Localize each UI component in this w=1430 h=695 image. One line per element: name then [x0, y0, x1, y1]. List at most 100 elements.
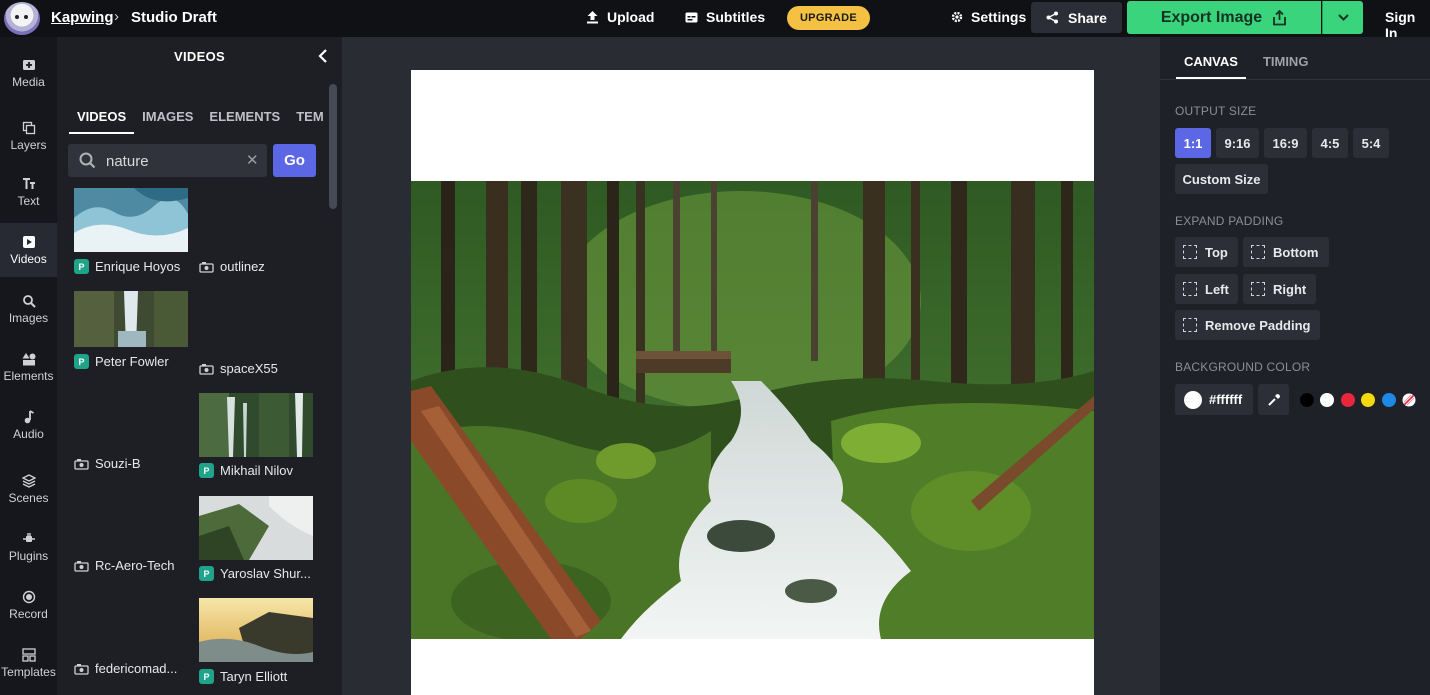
swatch-blue[interactable]	[1382, 393, 1396, 407]
search-icon	[79, 152, 96, 169]
artboard[interactable]	[411, 70, 1094, 695]
camera-icon	[199, 261, 214, 273]
remove-padding-button[interactable]: Remove Padding	[1175, 310, 1320, 340]
list-item[interactable]: outlinez	[199, 259, 265, 274]
settings-label: Settings	[971, 9, 1027, 25]
tab-images[interactable]: IMAGES	[134, 109, 201, 134]
rail-item-videos[interactable]: Videos	[0, 223, 57, 277]
video-thumbnail[interactable]	[199, 496, 313, 560]
rail-item-text[interactable]: Text	[0, 165, 57, 219]
no-color-swatch-icon[interactable]	[1402, 393, 1416, 407]
rail-label-audio: Audio	[13, 426, 44, 441]
size-option-4-5[interactable]: 4:5	[1312, 128, 1348, 158]
brand-link[interactable]: Kapwing	[51, 9, 114, 26]
export-label: Export Image	[1160, 8, 1263, 26]
rail-label-layers: Layers	[10, 137, 47, 152]
rail-item-media[interactable]: Media	[0, 46, 57, 100]
author-name: Mikhail Nilov	[220, 463, 293, 478]
clear-search-icon[interactable]: ✕	[246, 151, 259, 169]
swatch-yellow[interactable]	[1361, 393, 1375, 407]
rail-label-templates: Templates	[1, 664, 56, 679]
rail-label-images: Images	[8, 310, 49, 325]
panel-scrollbar[interactable]	[329, 84, 337, 209]
size-option-16-9[interactable]: 16:9	[1264, 128, 1307, 158]
upload-icon	[587, 11, 598, 24]
pad-top-button[interactable]: Top	[1175, 237, 1238, 267]
media-icon	[22, 59, 35, 70]
search-value: nature	[106, 153, 149, 170]
size-option-9-16[interactable]: 9:16	[1216, 128, 1259, 158]
pad-left-button[interactable]: Left	[1175, 274, 1238, 304]
tab-templates[interactable]: TEM	[288, 109, 331, 134]
camera-icon	[199, 363, 214, 375]
properties-panel: CANVAS TIMING OUTPUT SIZE 1:1 9:16 16:9 …	[1160, 37, 1430, 695]
project-title[interactable]: Studio Draft	[131, 9, 217, 26]
record-icon	[22, 590, 35, 603]
rail-item-scenes[interactable]: Scenes	[0, 462, 57, 516]
camera-icon	[74, 458, 89, 470]
custom-size-button[interactable]: Custom Size	[1175, 164, 1268, 194]
list-item[interactable]: P Mikhail Nilov	[199, 463, 293, 478]
padding-bottom-icon	[1251, 245, 1265, 259]
settings-button[interactable]: Settings	[951, 9, 1026, 25]
swatch-white[interactable]	[1320, 393, 1334, 407]
export-image-button[interactable]: Export Image	[1127, 1, 1321, 34]
rail-item-layers[interactable]: Layers	[0, 109, 57, 163]
size-option-1-1[interactable]: 1:1	[1175, 128, 1211, 158]
list-item[interactable]: spaceX55	[199, 361, 278, 376]
rail-item-plugins[interactable]: Plugins	[0, 520, 57, 574]
rail-label-media: Media	[12, 74, 45, 89]
list-item[interactable]: Souzi-B	[74, 456, 141, 471]
collapse-panel-icon[interactable]	[317, 48, 329, 64]
rail-item-audio[interactable]: Audio	[0, 398, 57, 452]
pad-right-button[interactable]: Right	[1243, 274, 1316, 304]
size-option-5-4[interactable]: 5:4	[1353, 128, 1389, 158]
tab-elements[interactable]: ELEMENTS	[201, 109, 288, 134]
swatch-black[interactable]	[1300, 393, 1314, 407]
search-input[interactable]: nature ✕	[68, 144, 267, 177]
video-thumbnail[interactable]	[199, 393, 313, 457]
subtitles-label: Subtitles	[706, 9, 766, 25]
pad-bottom-button[interactable]: Bottom	[1243, 237, 1329, 267]
share-label: Share	[1068, 9, 1107, 26]
rail-item-elements[interactable]: Elements	[0, 340, 57, 394]
rail-label-scenes: Scenes	[8, 490, 49, 505]
subtitles-button[interactable]: Subtitles	[685, 9, 765, 25]
upgrade-button[interactable]: UPGRADE	[787, 6, 870, 30]
search-go-button[interactable]: Go	[273, 144, 316, 177]
rail-item-images[interactable]: Images	[0, 282, 57, 336]
swatch-red[interactable]	[1341, 393, 1355, 407]
camera-icon	[74, 560, 89, 572]
share-button[interactable]: Share	[1031, 2, 1122, 33]
forest-stream-image[interactable]	[411, 181, 1094, 639]
tab-videos[interactable]: VIDEOS	[69, 109, 135, 134]
list-item[interactable]: Rc-Aero-Tech	[74, 558, 174, 573]
video-thumbnail[interactable]	[199, 598, 313, 662]
left-rail: Media Layers Text Videos Images Elements…	[0, 37, 57, 695]
video-thumbnail[interactable]	[74, 188, 188, 252]
author-name: Peter Fowler	[95, 354, 169, 369]
scenes-icon	[21, 473, 36, 488]
list-item[interactable]: P Taryn Elliott	[199, 669, 287, 684]
rail-item-templates[interactable]: Templates	[0, 636, 57, 690]
upload-button[interactable]: Upload	[586, 9, 654, 25]
gear-icon	[951, 11, 963, 23]
list-item[interactable]: federicomad...	[74, 661, 177, 676]
background-color-picker[interactable]: #ffffff	[1175, 384, 1253, 415]
layers-icon	[22, 121, 35, 134]
list-item[interactable]: P Yaroslav Shur...	[199, 566, 311, 581]
pexels-icon: P	[199, 669, 214, 684]
list-item[interactable]: P Enrique Hoyos	[74, 259, 180, 274]
author-name: spaceX55	[220, 361, 278, 376]
eyedropper-button[interactable]	[1258, 384, 1289, 415]
user-avatar[interactable]	[4, 2, 40, 35]
video-thumbnail[interactable]	[74, 291, 188, 347]
export-options-button[interactable]	[1322, 1, 1363, 34]
pad-top-label: Top	[1205, 244, 1228, 260]
padding-top-icon	[1183, 245, 1197, 259]
tab-canvas[interactable]: CANVAS	[1176, 54, 1246, 79]
rail-item-record[interactable]: Record	[0, 578, 57, 632]
tab-timing[interactable]: TIMING	[1255, 54, 1317, 79]
upload-label: Upload	[607, 9, 655, 25]
list-item[interactable]: P Peter Fowler	[74, 354, 169, 369]
